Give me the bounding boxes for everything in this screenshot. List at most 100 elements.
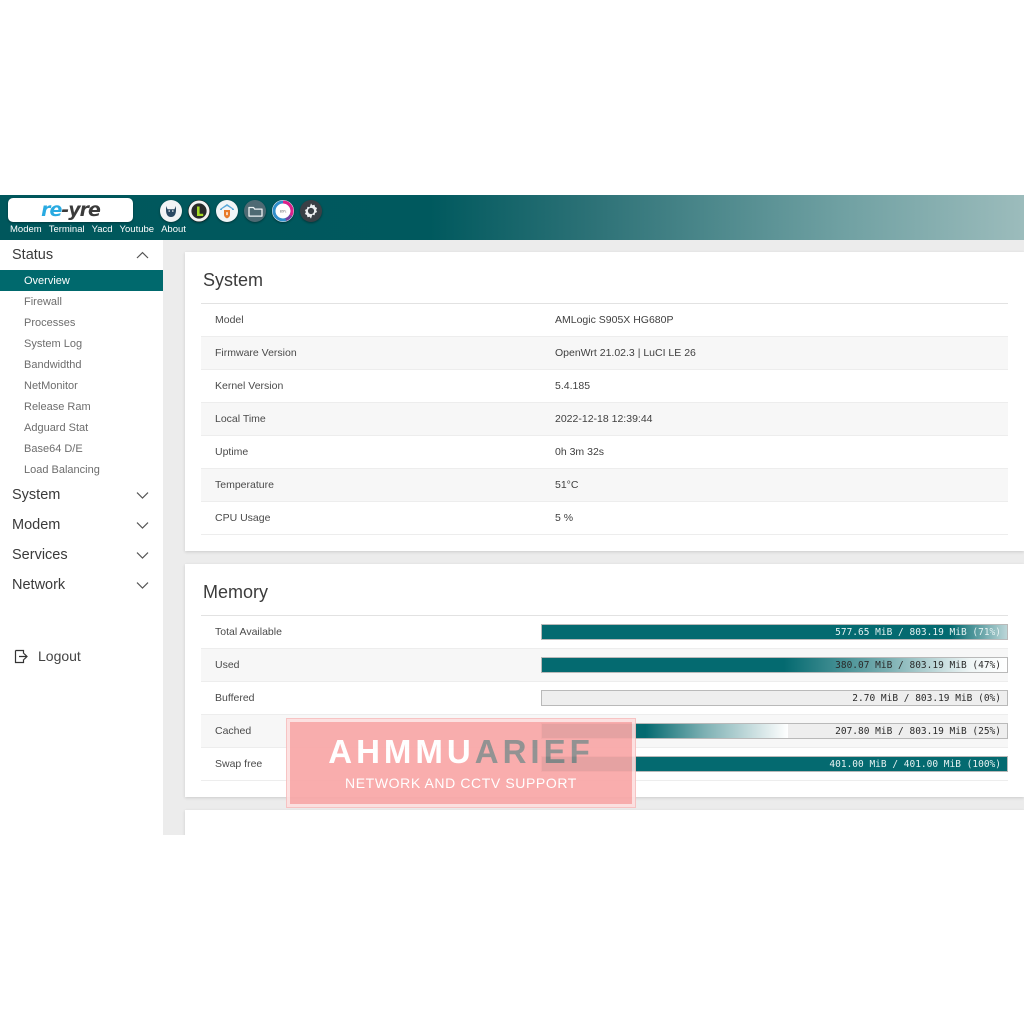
row-label-cpu-usage: CPU Usage bbox=[201, 501, 541, 535]
sidebar-item-firewall[interactable]: Firewall bbox=[0, 291, 163, 312]
adguard-home-icon[interactable] bbox=[216, 200, 238, 222]
sidebar-group-system-label: System bbox=[12, 487, 61, 503]
row-value-firmware-version: OpenWrt 21.02.3 | LuCI LE 26 bbox=[541, 336, 1008, 370]
table-row: Firmware Version OpenWrt 21.02.3 | LuCI … bbox=[201, 336, 1008, 370]
top-header-bar: re-yre Modem Terminal Yacd Youtube About bbox=[0, 195, 1024, 240]
table-row: Temperature 51°C bbox=[201, 468, 1008, 502]
sidebar-group-services[interactable]: Services bbox=[0, 540, 163, 570]
sidebar-item-bandwidthd[interactable]: Bandwidthd bbox=[0, 354, 163, 375]
folder-icon[interactable] bbox=[244, 200, 266, 222]
header-icon-row: 89% bbox=[160, 195, 322, 222]
sidebar-group-network[interactable]: Network bbox=[0, 570, 163, 600]
sidebar-item-netmonitor[interactable]: NetMonitor bbox=[0, 375, 163, 396]
nav-link-about[interactable]: About bbox=[161, 224, 186, 235]
chevron-down-icon bbox=[136, 581, 149, 589]
chevron-down-icon bbox=[136, 551, 149, 559]
cat-icon[interactable] bbox=[160, 200, 182, 222]
row-value-temperature: 51°C bbox=[541, 468, 1008, 502]
table-row: Swap free 401.00 MiB / 401.00 MiB (100%) bbox=[201, 747, 1008, 781]
sidebar-item-base64[interactable]: Base64 D/E bbox=[0, 438, 163, 459]
luci-overview-page: re-yre Modem Terminal Yacd Youtube About bbox=[0, 195, 1024, 835]
main-content: System Model AMLogic S905X HG680P Firmwa… bbox=[163, 240, 1024, 835]
logo-text-part1: re bbox=[41, 198, 62, 221]
system-card: System Model AMLogic S905X HG680P Firmwa… bbox=[185, 252, 1024, 551]
row-label-used: Used bbox=[201, 648, 541, 682]
progress-label: 577.65 MiB / 803.19 MiB (71%) bbox=[835, 626, 1001, 638]
table-row: Total Available 577.65 MiB / 803.19 MiB … bbox=[201, 616, 1008, 649]
header-nav-links: Modem Terminal Yacd Youtube About bbox=[8, 224, 186, 235]
sidebar-group-status[interactable]: Status bbox=[0, 240, 163, 270]
chevron-up-icon bbox=[136, 251, 149, 259]
sidebar-group-modem[interactable]: Modem bbox=[0, 510, 163, 540]
row-label-temperature: Temperature bbox=[201, 468, 541, 502]
table-row: Uptime 0h 3m 32s bbox=[201, 435, 1008, 469]
sidebar-group-services-label: Services bbox=[12, 547, 68, 563]
progress-bar: 577.65 MiB / 803.19 MiB (71%) bbox=[541, 624, 1008, 640]
row-label-local-time: Local Time bbox=[201, 402, 541, 436]
row-label-kernel-version: Kernel Version bbox=[201, 369, 541, 403]
logout-icon bbox=[14, 649, 29, 664]
site-logo[interactable]: re-yre bbox=[8, 198, 133, 222]
sidebar-group-modem-label: Modem bbox=[12, 517, 61, 533]
sidebar-item-processes[interactable]: Processes bbox=[0, 312, 163, 333]
nav-link-terminal[interactable]: Terminal bbox=[49, 224, 85, 235]
logout-label: Logout bbox=[38, 648, 81, 664]
progress-label: 401.00 MiB / 401.00 MiB (100%) bbox=[829, 758, 1001, 770]
table-row: Cached 207.80 MiB / 803.19 MiB (25%) bbox=[201, 714, 1008, 748]
table-row: Kernel Version 5.4.185 bbox=[201, 369, 1008, 403]
sidebar-status-items: Overview Firewall Processes System Log B… bbox=[0, 270, 163, 480]
row-label-total-available: Total Available bbox=[201, 616, 541, 649]
page-body: Status Overview Firewall Processes Syste… bbox=[0, 240, 1024, 835]
row-bar-cached: 207.80 MiB / 803.19 MiB (25%) bbox=[541, 714, 1008, 748]
progress-label: 380.07 MiB / 803.19 MiB (47%) bbox=[835, 659, 1001, 671]
sidebar-item-overview[interactable]: Overview bbox=[0, 270, 163, 291]
sidebar-item-system-log[interactable]: System Log bbox=[0, 333, 163, 354]
logout-button[interactable]: Logout bbox=[0, 638, 163, 664]
sidebar-item-adguard-stat[interactable]: Adguard Stat bbox=[0, 417, 163, 438]
system-info-table: Model AMLogic S905X HG680P Firmware Vers… bbox=[201, 304, 1008, 535]
chevron-down-icon bbox=[136, 491, 149, 499]
row-label-firmware-version: Firmware Version bbox=[201, 336, 541, 370]
progress-label: 207.80 MiB / 803.19 MiB (25%) bbox=[835, 725, 1001, 737]
row-value-cpu-usage: 5 % bbox=[541, 501, 1008, 535]
sidebar-group-system[interactable]: System bbox=[0, 480, 163, 510]
luci-l-icon[interactable] bbox=[188, 200, 210, 222]
logo-text-part2: -yre bbox=[61, 198, 101, 221]
row-label-cached: Cached bbox=[201, 714, 541, 748]
row-value-uptime: 0h 3m 32s bbox=[541, 435, 1008, 469]
progress-label: 2.70 MiB / 803.19 MiB (0%) bbox=[852, 692, 1001, 704]
sidebar-item-release-ram[interactable]: Release Ram bbox=[0, 396, 163, 417]
row-label-buffered: Buffered bbox=[201, 681, 541, 715]
table-row: Model AMLogic S905X HG680P bbox=[201, 304, 1008, 337]
svg-text:89%: 89% bbox=[280, 210, 287, 214]
row-label-model: Model bbox=[201, 304, 541, 337]
progress-bar: 401.00 MiB / 401.00 MiB (100%) bbox=[541, 756, 1008, 772]
system-card-title: System bbox=[201, 266, 1008, 304]
row-label-swap-free: Swap free bbox=[201, 747, 541, 781]
table-row: Local Time 2022-12-18 12:39:44 bbox=[201, 402, 1008, 436]
row-label-uptime: Uptime bbox=[201, 435, 541, 469]
nav-link-yacd[interactable]: Yacd bbox=[92, 224, 113, 235]
disk-usage-icon[interactable]: 89% bbox=[272, 200, 294, 222]
row-bar-swap-free: 401.00 MiB / 401.00 MiB (100%) bbox=[541, 747, 1008, 781]
progress-bar: 207.80 MiB / 803.19 MiB (25%) bbox=[541, 723, 1008, 739]
row-bar-used: 380.07 MiB / 803.19 MiB (47%) bbox=[541, 648, 1008, 682]
chevron-down-icon bbox=[136, 521, 149, 529]
nav-link-modem[interactable]: Modem bbox=[10, 224, 42, 235]
row-value-kernel-version: 5.4.185 bbox=[541, 369, 1008, 403]
gear-icon[interactable] bbox=[300, 200, 322, 222]
sidebar-group-status-label: Status bbox=[12, 247, 54, 263]
next-card-partial bbox=[185, 810, 1024, 835]
memory-table: Total Available 577.65 MiB / 803.19 MiB … bbox=[201, 616, 1008, 781]
nav-link-youtube[interactable]: Youtube bbox=[120, 224, 155, 235]
sidebar: Status Overview Firewall Processes Syste… bbox=[0, 240, 163, 835]
progress-bar: 2.70 MiB / 803.19 MiB (0%) bbox=[541, 690, 1008, 706]
sidebar-item-load-balancing[interactable]: Load Balancing bbox=[0, 459, 163, 480]
row-bar-buffered: 2.70 MiB / 803.19 MiB (0%) bbox=[541, 681, 1008, 715]
memory-card-title: Memory bbox=[201, 578, 1008, 616]
memory-card: Memory Total Available 577.65 MiB / 803.… bbox=[185, 564, 1024, 797]
table-row: Used 380.07 MiB / 803.19 MiB (47%) bbox=[201, 648, 1008, 682]
row-bar-total-available: 577.65 MiB / 803.19 MiB (71%) bbox=[541, 616, 1008, 649]
row-value-local-time: 2022-12-18 12:39:44 bbox=[541, 402, 1008, 436]
table-row: Buffered 2.70 MiB / 803.19 MiB (0%) bbox=[201, 681, 1008, 715]
